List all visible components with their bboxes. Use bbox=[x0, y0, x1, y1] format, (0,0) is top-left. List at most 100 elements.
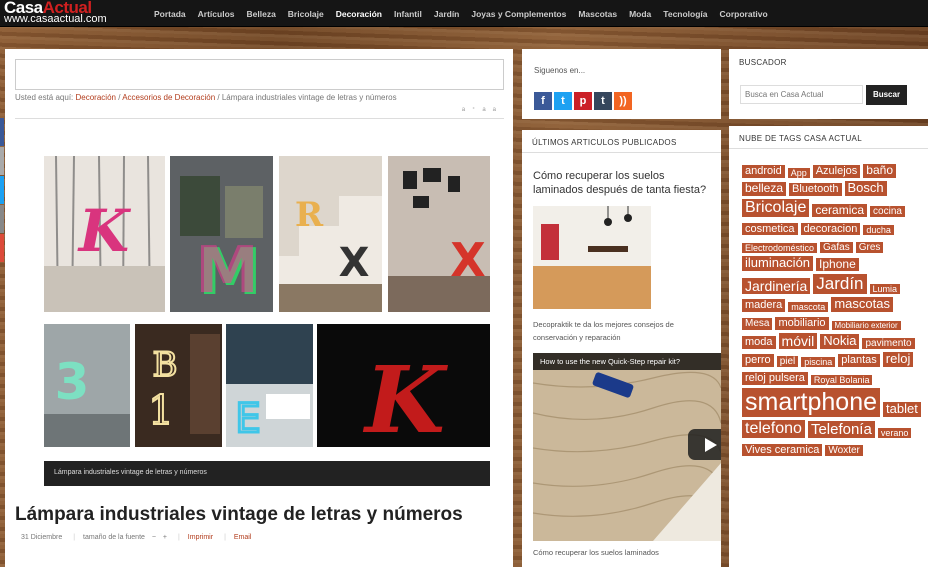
tag-cocina[interactable]: cocina bbox=[870, 205, 905, 218]
photo-letter-k-red-lights: K bbox=[317, 324, 490, 447]
nav-item-infantil[interactable]: Infantil bbox=[388, 9, 428, 19]
tag-iluminaci-n[interactable]: iluminación bbox=[742, 256, 814, 272]
tag-piel[interactable]: piel bbox=[776, 355, 799, 368]
top-search-field[interactable] bbox=[15, 59, 504, 90]
tag-gafas[interactable]: Gafas bbox=[820, 241, 853, 254]
tag-reloj-pulsera[interactable]: reloj pulsera bbox=[742, 372, 808, 386]
tag-mascotas[interactable]: mascotas bbox=[831, 296, 893, 312]
tag-moda[interactable]: moda bbox=[742, 336, 776, 350]
share-print-icon[interactable] bbox=[0, 205, 4, 233]
breadcrumb-link-decoracion[interactable]: Decoración bbox=[76, 93, 116, 102]
tag-vives-ceramica[interactable]: Vives ceramica bbox=[742, 443, 823, 457]
latest-post-description: Decopraktik te da los mejores consejos d… bbox=[533, 320, 674, 342]
font-tool-icon-2[interactable]: a bbox=[482, 107, 492, 113]
print-link[interactable]: Imprimir bbox=[188, 534, 213, 541]
share-google-icon[interactable] bbox=[0, 234, 4, 262]
video-player[interactable]: How to use the new Quick-Step repair kit… bbox=[533, 353, 721, 541]
tag-mesa[interactable]: Mesa bbox=[742, 318, 773, 330]
nav-item-belleza[interactable]: Belleza bbox=[241, 9, 282, 19]
search-widget: BUSCADOR Buscar bbox=[729, 49, 928, 119]
tag-ba-o[interactable]: baño bbox=[863, 163, 896, 178]
nav-item-tecnolog-a[interactable]: Tecnología bbox=[657, 9, 713, 19]
tag-verano[interactable]: verano bbox=[877, 427, 912, 439]
svg-text:X: X bbox=[339, 240, 370, 286]
svg-text:3: 3 bbox=[55, 353, 90, 411]
tag-madera[interactable]: madera bbox=[742, 299, 786, 312]
tag-belleza[interactable]: belleza bbox=[742, 181, 787, 196]
tag-telefon-a[interactable]: Telefonía bbox=[807, 420, 875, 439]
share-facebook-icon[interactable] bbox=[0, 118, 4, 146]
tag-android[interactable]: android bbox=[742, 165, 785, 178]
svg-text:K: K bbox=[77, 197, 132, 265]
tag-ceramica[interactable]: ceramica bbox=[812, 203, 868, 218]
site-logo[interactable]: CasaActual www.casaactual.com bbox=[4, 0, 114, 27]
photo-number-3: 3 bbox=[44, 324, 130, 447]
share-twitter-icon[interactable] bbox=[0, 176, 4, 204]
tag-jardiner-a[interactable]: Jardinería bbox=[742, 277, 811, 294]
pinterest-icon[interactable]: p bbox=[574, 92, 592, 110]
tag-gres[interactable]: Gres bbox=[855, 241, 884, 254]
article-title: Lámpara industriales vintage de letras y… bbox=[15, 504, 463, 525]
photo-letter-k-birch: K bbox=[44, 156, 165, 312]
tag-mascota[interactable]: mascota bbox=[788, 301, 829, 312]
tag-decoracion[interactable]: decoracion bbox=[800, 222, 861, 236]
tag-royal-bolania[interactable]: Royal Bolania bbox=[810, 374, 873, 386]
nav-item-moda[interactable]: Moda bbox=[623, 9, 657, 19]
tag-m-vil[interactable]: móvil bbox=[778, 332, 818, 350]
nav-item-portada[interactable]: Portada bbox=[148, 9, 192, 19]
email-link[interactable]: Email bbox=[234, 534, 252, 541]
tag-telefono[interactable]: telefono bbox=[742, 419, 805, 439]
photo-letter-e-office: E bbox=[226, 324, 313, 447]
tag-piscina[interactable]: piscina bbox=[801, 356, 836, 368]
tag-lumia[interactable]: Lumia bbox=[869, 283, 901, 294]
tag-tablet[interactable]: tablet bbox=[883, 401, 921, 417]
font-tool-icon-3[interactable]: a bbox=[493, 107, 503, 113]
photo-letter-b-number-1: B 1 bbox=[135, 324, 222, 447]
tag-bosch[interactable]: Bosch bbox=[844, 180, 887, 196]
nav-item-jard-n[interactable]: Jardín bbox=[428, 9, 466, 19]
search-button[interactable]: Buscar bbox=[866, 85, 907, 105]
latest-post-thumbnail[interactable] bbox=[533, 206, 651, 309]
tumblr-icon[interactable]: t bbox=[594, 92, 612, 110]
breadcrumb-link-accesorios[interactable]: Accesorios de Decoración bbox=[122, 93, 215, 102]
svg-text:1: 1 bbox=[148, 388, 173, 434]
tag-bluetooth[interactable]: Bluetooth bbox=[789, 183, 842, 196]
tag-bricolaje[interactable]: Bricolaje bbox=[742, 199, 810, 218]
tag-azulejos[interactable]: Azulejos bbox=[812, 165, 861, 178]
tag-mobiliario-exterior[interactable]: Mobiliario exterior bbox=[831, 320, 901, 330]
twitter-icon[interactable]: t bbox=[554, 92, 572, 110]
tag-smartphone[interactable]: smartphone bbox=[742, 388, 881, 417]
share-email-icon[interactable] bbox=[0, 147, 4, 175]
nav-item-decoraci-n[interactable]: Decoración bbox=[330, 9, 388, 19]
font-increase-button[interactable]: + bbox=[163, 534, 167, 541]
tag-plantas[interactable]: plantas bbox=[838, 354, 880, 368]
tag-app[interactable]: App bbox=[787, 167, 810, 178]
latest-post-title[interactable]: Cómo recuperar los suelos laminados desp… bbox=[533, 169, 715, 197]
tag-reloj[interactable]: reloj bbox=[882, 351, 914, 368]
nav-item-bricolaje[interactable]: Bricolaje bbox=[282, 9, 330, 19]
tag-electrodom-stico[interactable]: Electrodoméstico bbox=[742, 243, 818, 254]
tag-cosmetica[interactable]: cosmetica bbox=[742, 222, 798, 236]
search-input[interactable] bbox=[740, 85, 863, 104]
nav-item-corporativo[interactable]: Corporativo bbox=[714, 9, 774, 19]
nav-item-mascotas[interactable]: Mascotas bbox=[572, 9, 623, 19]
rss-icon[interactable]: )) bbox=[614, 92, 632, 110]
tag-woxter[interactable]: Woxter bbox=[825, 444, 863, 457]
tag-jard-n[interactable]: Jardín bbox=[813, 274, 867, 294]
tag-mobiliario[interactable]: mobiliario bbox=[775, 317, 829, 330]
nav-item-joyas-y-complementos[interactable]: Joyas y Complementos bbox=[465, 9, 572, 19]
follow-title: Siguenos en... bbox=[534, 66, 586, 75]
tag-ducha[interactable]: ducha bbox=[863, 225, 894, 236]
play-icon[interactable] bbox=[688, 429, 721, 460]
photo-letter-x-red: X bbox=[388, 156, 490, 312]
article-meta: 31 Diciembre | tamaño de la fuente − + | I… bbox=[21, 534, 252, 541]
tag-nokia[interactable]: Nokia bbox=[820, 333, 860, 350]
facebook-icon[interactable]: f bbox=[534, 92, 552, 110]
tag-perro[interactable]: perro bbox=[742, 354, 774, 368]
nav-item-art-culos[interactable]: Artículos bbox=[192, 9, 241, 19]
tag-pavimento[interactable]: pavimento bbox=[862, 337, 915, 350]
font-tool-icon[interactable]: a⁺ bbox=[462, 107, 483, 113]
top-navigation-bar: CasaActual www.casaactual.com Portada Art… bbox=[0, 0, 928, 27]
font-decrease-button[interactable]: − bbox=[152, 534, 156, 541]
tag-iphone[interactable]: Iphone bbox=[816, 257, 859, 272]
